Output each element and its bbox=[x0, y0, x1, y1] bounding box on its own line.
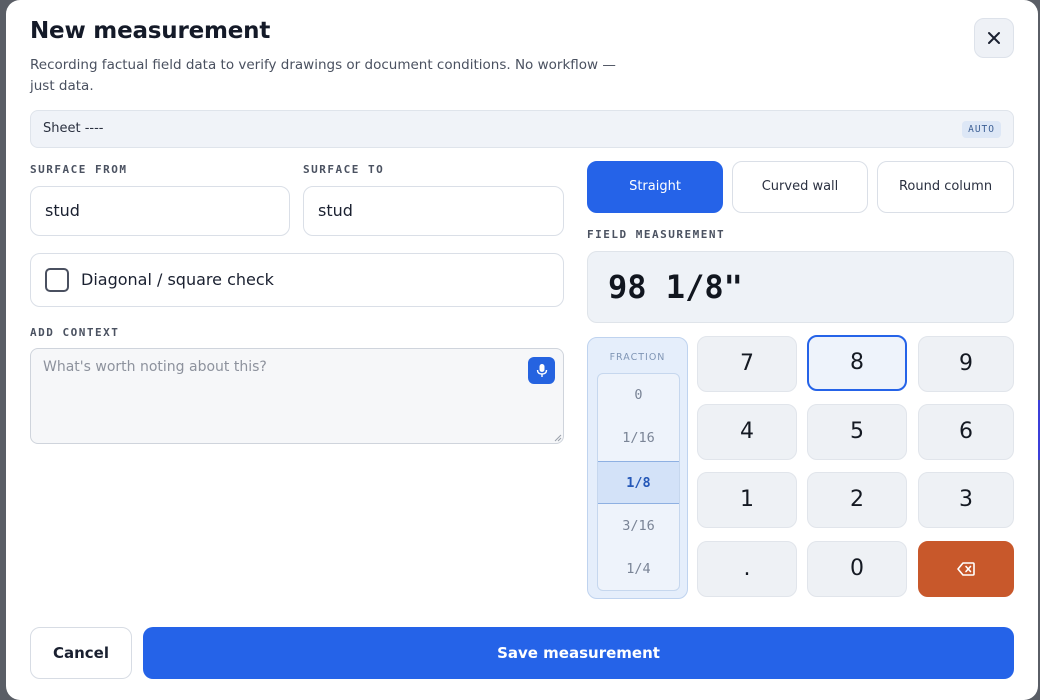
backspace-button[interactable] bbox=[918, 541, 1014, 597]
new-measurement-dialog: New measurement Recording factual field … bbox=[6, 0, 1038, 700]
sheet-label: Sheet ---- bbox=[43, 121, 104, 136]
key-3[interactable]: 3 bbox=[918, 472, 1014, 528]
key-0[interactable]: 0 bbox=[807, 541, 907, 597]
surface-from-input[interactable]: stud bbox=[30, 186, 290, 236]
microphone-icon bbox=[536, 364, 547, 377]
surface-from-label: SURFACE FROM bbox=[30, 163, 128, 176]
key-decimal[interactable]: . bbox=[697, 541, 797, 597]
key-4[interactable]: 4 bbox=[697, 404, 797, 460]
fraction-option-selected[interactable]: 1/8 bbox=[598, 461, 679, 504]
measurement-display: 98 1/8" bbox=[587, 251, 1014, 323]
fraction-title: FRACTION bbox=[609, 352, 666, 363]
dialog-title: New measurement bbox=[30, 18, 271, 44]
fraction-option[interactable]: 0 bbox=[598, 374, 679, 417]
close-button[interactable] bbox=[974, 18, 1014, 58]
resize-grip-icon[interactable] bbox=[554, 434, 562, 442]
fraction-option[interactable]: 3/16 bbox=[598, 505, 679, 548]
diagonal-check-label: Diagonal / square check bbox=[81, 270, 274, 289]
save-measurement-button[interactable]: Save measurement bbox=[143, 627, 1014, 679]
fraction-option[interactable]: 1/4 bbox=[598, 548, 679, 590]
context-textarea[interactable] bbox=[30, 348, 564, 444]
fraction-picker: FRACTION 0 1/16 1/8 3/16 1/4 bbox=[587, 337, 688, 599]
key-6[interactable]: 6 bbox=[918, 404, 1014, 460]
key-2[interactable]: 2 bbox=[807, 472, 907, 528]
sheet-field[interactable]: Sheet ---- AUTO bbox=[30, 110, 1014, 148]
surface-to-input[interactable]: stud bbox=[303, 186, 564, 236]
diagonal-check-row[interactable]: Diagonal / square check bbox=[30, 253, 564, 307]
auto-badge: AUTO bbox=[962, 121, 1001, 138]
backspace-icon bbox=[957, 562, 975, 576]
key-5[interactable]: 5 bbox=[807, 404, 907, 460]
cancel-button[interactable]: Cancel bbox=[30, 627, 132, 679]
key-7[interactable]: 7 bbox=[697, 336, 797, 392]
tab-curved-wall[interactable]: Curved wall bbox=[732, 161, 868, 213]
field-measurement-label: FIELD MEASUREMENT bbox=[587, 228, 726, 241]
fraction-option[interactable]: 1/16 bbox=[598, 417, 679, 460]
key-8[interactable]: 8 bbox=[807, 335, 907, 391]
diagonal-checkbox[interactable] bbox=[45, 268, 69, 292]
surface-to-label: SURFACE TO bbox=[303, 163, 385, 176]
key-1[interactable]: 1 bbox=[697, 472, 797, 528]
close-icon bbox=[988, 32, 1000, 44]
voice-input-button[interactable] bbox=[528, 357, 555, 384]
add-context-label: ADD CONTEXT bbox=[30, 326, 120, 339]
dialog-subtitle: Recording factual field data to verify d… bbox=[30, 57, 616, 94]
key-9[interactable]: 9 bbox=[918, 336, 1014, 392]
tab-round-column[interactable]: Round column bbox=[877, 161, 1014, 213]
fraction-list[interactable]: 0 1/16 1/8 3/16 1/4 bbox=[597, 373, 680, 591]
tab-straight[interactable]: Straight bbox=[587, 161, 723, 213]
